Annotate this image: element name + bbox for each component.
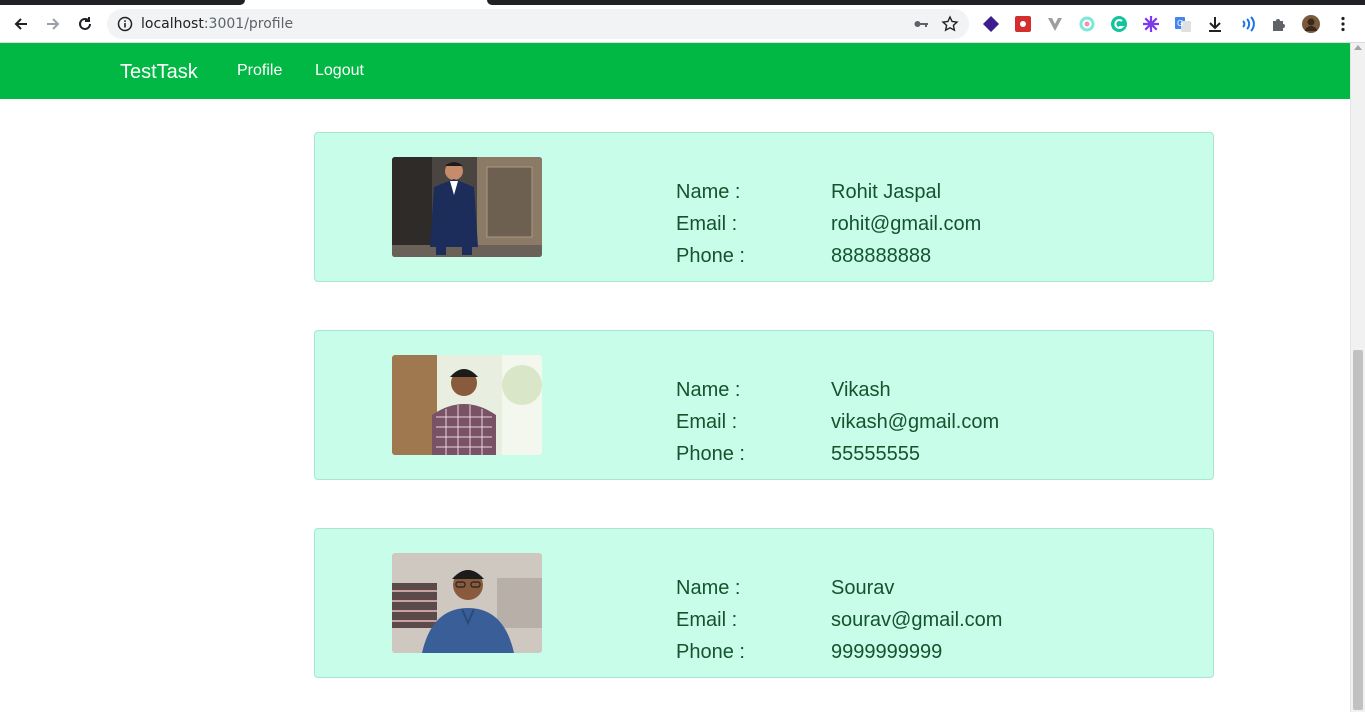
key-icon[interactable] (913, 16, 929, 32)
brand-link[interactable]: TestTask (120, 61, 198, 84)
target-icon (1079, 16, 1095, 32)
email-label: Email : (676, 609, 738, 631)
address-bar[interactable]: localhost:3001/profile (107, 9, 969, 39)
url-text: localhost:3001/profile (141, 16, 294, 32)
extension-icon-1[interactable] (981, 14, 1001, 34)
purple-diamond-icon (983, 16, 999, 32)
email-value: vikash@gmail.com (831, 411, 1000, 433)
nav-link-logout[interactable]: Logout (315, 62, 364, 80)
phone-row: Phone : 55555555 (676, 443, 1196, 469)
download-icon (1209, 17, 1221, 32)
phone-label: Phone : (676, 641, 745, 663)
extension-icon-5[interactable] (1109, 14, 1129, 34)
profile-card: Name : Rohit Jaspal Email : rohit@gmail.… (314, 132, 1214, 282)
profile-card: Name : Vikash Email : vikash@gmail.com P… (314, 330, 1214, 480)
bookmark-star-icon[interactable] (941, 15, 959, 33)
name-label: Name : (676, 181, 741, 203)
nav-link-profile[interactable]: Profile (237, 62, 282, 80)
browser-toolbar: localhost:3001/profile G (0, 5, 1365, 43)
extension-icon-8[interactable] (1205, 14, 1225, 34)
phone-label: Phone : (676, 245, 745, 267)
extension-icon-2[interactable] (1013, 14, 1033, 34)
profile-photo (392, 157, 542, 257)
name-row: Name : Sourav (676, 577, 1196, 603)
profile-list: Name : Rohit Jaspal Email : rohit@gmail.… (0, 99, 1350, 712)
name-value: Sourav (831, 577, 895, 599)
asterisk-icon (1143, 16, 1159, 32)
puzzle-icon (1273, 19, 1285, 31)
scrollbar-thumb[interactable] (1353, 350, 1363, 710)
phone-row: Phone : 9999999999 (676, 641, 1196, 667)
profile-card: Name : Sourav Email : sourav@gmail.com P… (314, 528, 1214, 678)
phone-value: 888888888 (831, 245, 932, 267)
sound-waves-icon (1242, 16, 1255, 32)
name-value: Rohit Jaspal (831, 181, 942, 203)
phone-row: Phone : 888888888 (676, 245, 1196, 271)
extension-icon-6[interactable] (1141, 14, 1161, 34)
name-label: Name : (676, 379, 741, 401)
email-label: Email : (676, 411, 738, 433)
reload-button[interactable] (72, 11, 98, 37)
email-value: sourav@gmail.com (831, 609, 1003, 631)
extensions-button[interactable] (1269, 14, 1289, 34)
app-navbar: TestTask Profile Logout (0, 43, 1350, 99)
browser-menu-button[interactable] (1333, 14, 1353, 34)
email-value: rohit@gmail.com (831, 213, 982, 235)
profile-avatar-button[interactable] (1301, 14, 1321, 34)
name-row: Name : Vikash (676, 379, 1196, 405)
profile-photo (392, 355, 542, 455)
email-row: Email : vikash@gmail.com (676, 411, 1196, 437)
name-row: Name : Rohit Jaspal (676, 181, 1196, 207)
extension-icon-9[interactable] (1237, 14, 1257, 34)
red-square-icon (1015, 16, 1031, 32)
back-button[interactable] (8, 11, 34, 37)
page-scrollbar[interactable] (1350, 43, 1365, 712)
email-label: Email : (676, 213, 738, 235)
forward-button[interactable] (40, 11, 66, 37)
scroll-up-arrow-icon[interactable] (1354, 45, 1362, 50)
avatar-icon (1302, 15, 1320, 33)
phone-value: 9999999999 (831, 641, 943, 663)
kebab-menu-icon (1341, 16, 1345, 32)
back-arrow-icon (14, 18, 27, 30)
email-row: Email : sourav@gmail.com (676, 609, 1196, 635)
name-value: Vikash (831, 379, 891, 401)
v-shape-icon (1048, 18, 1062, 31)
email-row: Email : rohit@gmail.com (676, 213, 1196, 239)
grammarly-icon (1111, 16, 1127, 32)
profile-photo (392, 553, 542, 653)
phone-label: Phone : (676, 443, 745, 465)
extension-icon-7[interactable]: G (1173, 14, 1193, 34)
extension-icon-4[interactable] (1077, 14, 1097, 34)
svg-text:G: G (1177, 19, 1183, 28)
extension-icon-3[interactable] (1045, 14, 1065, 34)
name-label: Name : (676, 577, 741, 599)
info-icon[interactable] (117, 16, 133, 32)
reload-icon (79, 17, 91, 30)
forward-arrow-icon (47, 18, 60, 30)
translate-icon: G (1175, 17, 1191, 32)
phone-value: 55555555 (831, 443, 920, 465)
